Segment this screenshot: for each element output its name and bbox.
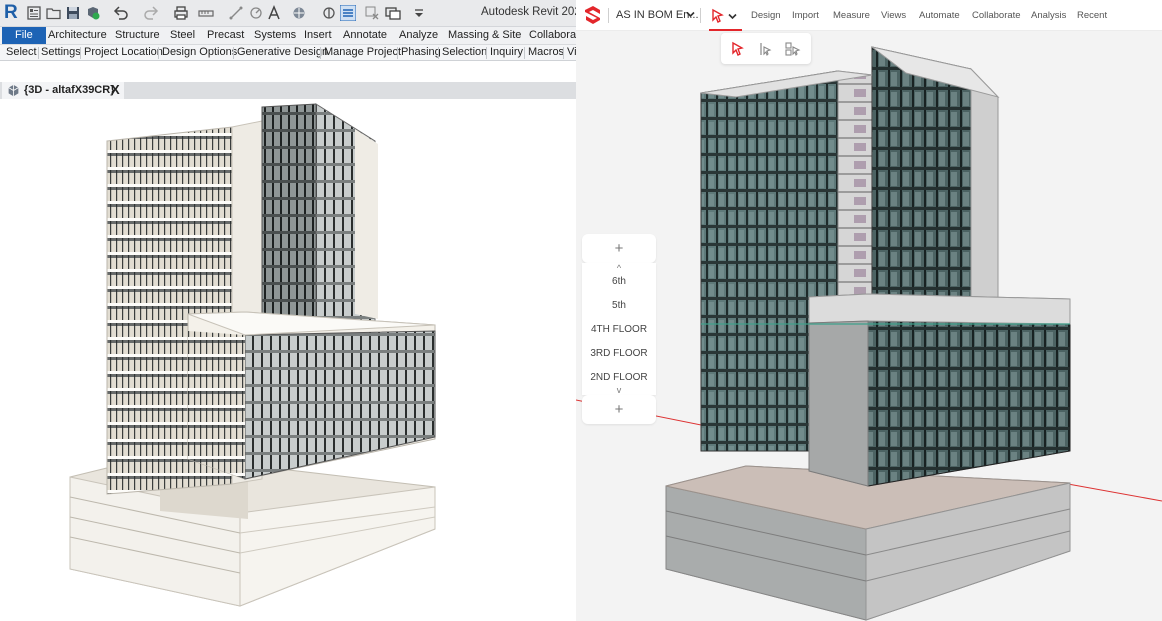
tab-steel[interactable]: Steel	[170, 27, 195, 44]
nav-collaborate[interactable]: Collaborate	[972, 10, 1021, 21]
chevron-up-icon[interactable]: ^	[582, 263, 656, 273]
panel-design-options[interactable]: Design Options	[162, 45, 237, 61]
floor-item[interactable]: 2ND FLOOR	[582, 372, 656, 383]
tab-precast[interactable]: Precast	[207, 27, 244, 44]
customize-toolbar-icon[interactable]	[411, 5, 427, 21]
text-icon[interactable]	[266, 5, 282, 21]
section-icon[interactable]	[321, 5, 337, 21]
sync-central-icon[interactable]	[85, 5, 101, 21]
quick-access-toolbar: R Autodesk Revit 2022 -	[0, 0, 576, 27]
revit-window: R Autodesk Revit 2022 - File Architectur…	[0, 0, 576, 621]
floor-list: ^ 6th 5th 4TH FLOOR 3RD FLOOR 2ND FLOOR …	[582, 263, 656, 395]
3d-view-icon[interactable]	[291, 5, 307, 21]
tab-architecture[interactable]: Architecture	[48, 27, 107, 44]
panel-phasing[interactable]: Phasing	[401, 45, 441, 61]
redo-icon[interactable]	[143, 5, 159, 21]
floor-item[interactable]: 5th	[582, 300, 656, 311]
app-logo-icon[interactable]	[584, 5, 601, 25]
tab-analyze[interactable]: Analyze	[399, 27, 438, 44]
nav-recent[interactable]: Recent	[1077, 10, 1107, 21]
thin-lines-icon[interactable]	[340, 5, 356, 21]
measure-icon[interactable]	[198, 5, 214, 21]
floor-item[interactable]: 4TH FLOOR	[582, 324, 656, 335]
add-floor-button-bottom[interactable]: +	[582, 395, 656, 424]
nav-design[interactable]: Design	[751, 10, 781, 21]
web-3d-viewport[interactable]	[576, 31, 1162, 621]
chevron-down-icon[interactable]	[686, 10, 695, 19]
nav-views[interactable]: Views	[881, 10, 906, 21]
3d-view-icon	[8, 84, 19, 97]
window-title: Autodesk Revit 2022 -	[481, 6, 576, 18]
view-tab-bar: {3D - altafX39CR} X	[0, 82, 576, 99]
tab-file[interactable]: File	[2, 27, 46, 44]
view-tab-3d[interactable]: {3D - altafX39CR} X	[2, 82, 124, 99]
ribbon-panel-bar: Select Settings Project Location Design …	[0, 44, 576, 61]
panel-project-location[interactable]: Project Location	[84, 45, 163, 61]
chevron-down-icon	[728, 13, 737, 20]
plus-icon: +	[614, 401, 624, 418]
print-icon[interactable]	[173, 5, 189, 21]
panel-inquiry[interactable]: Inquiry	[490, 45, 523, 61]
chevron-down-icon[interactable]: v	[582, 385, 656, 395]
floor-item[interactable]: 3RD FLOOR	[582, 348, 656, 359]
save-icon[interactable]	[65, 5, 81, 21]
recent-files-icon[interactable]	[26, 5, 42, 21]
panel-generative-design[interactable]: Generative Design	[237, 45, 328, 61]
floor-selector: + ^ 6th 5th 4TH FLOOR 3RD FLOOR 2ND FLOO…	[582, 234, 656, 424]
nav-measure[interactable]: Measure	[833, 10, 870, 21]
panel-selection[interactable]: Selection	[442, 45, 487, 61]
tab-structure[interactable]: Structure	[115, 27, 160, 44]
select-cursor-icon	[712, 8, 724, 23]
nav-automate[interactable]: Automate	[919, 10, 960, 21]
tab-insert[interactable]: Insert	[304, 27, 332, 44]
panel-macros[interactable]: Macros	[528, 45, 564, 61]
panel-select[interactable]: Select	[6, 45, 37, 61]
tab-massing-site[interactable]: Massing & Site	[448, 27, 521, 44]
tag-icon[interactable]	[248, 5, 264, 21]
nav-analysis[interactable]: Analysis	[1031, 10, 1066, 21]
web-viewer: AS IN BOM En... Design Import Measure Vi…	[576, 0, 1162, 621]
panel-view-truncated[interactable]: Vi	[567, 45, 576, 61]
close-view-button[interactable]: X	[111, 82, 120, 97]
switch-windows-icon[interactable]	[385, 5, 401, 21]
plus-icon: +	[614, 240, 624, 257]
top-bar: AS IN BOM En... Design Import Measure Vi…	[576, 0, 1162, 31]
tab-systems[interactable]: Systems	[254, 27, 296, 44]
revit-3d-viewport[interactable]	[0, 99, 576, 621]
revit-logo[interactable]: R	[4, 3, 22, 23]
close-hidden-icon[interactable]	[364, 5, 380, 21]
panel-settings[interactable]: Settings	[41, 45, 81, 61]
tab-collaborate[interactable]: Collaborate	[529, 27, 576, 44]
view-tab-label: {3D - altafX39CR}	[24, 84, 115, 96]
nav-import[interactable]: Import	[792, 10, 819, 21]
floor-item[interactable]: 6th	[582, 276, 656, 287]
ribbon-collapsed-area	[0, 61, 576, 82]
tab-annotate[interactable]: Annotate	[343, 27, 387, 44]
ribbon-tabs: File Architecture Structure Steel Precas…	[0, 27, 576, 44]
undo-icon[interactable]	[113, 5, 129, 21]
panel-manage-project[interactable]: Manage Project	[324, 45, 401, 61]
open-folder-icon[interactable]	[46, 5, 62, 21]
select-tool-button[interactable]	[710, 8, 740, 24]
aligned-dimension-icon[interactable]	[228, 5, 244, 21]
add-floor-button-top[interactable]: +	[582, 234, 656, 263]
